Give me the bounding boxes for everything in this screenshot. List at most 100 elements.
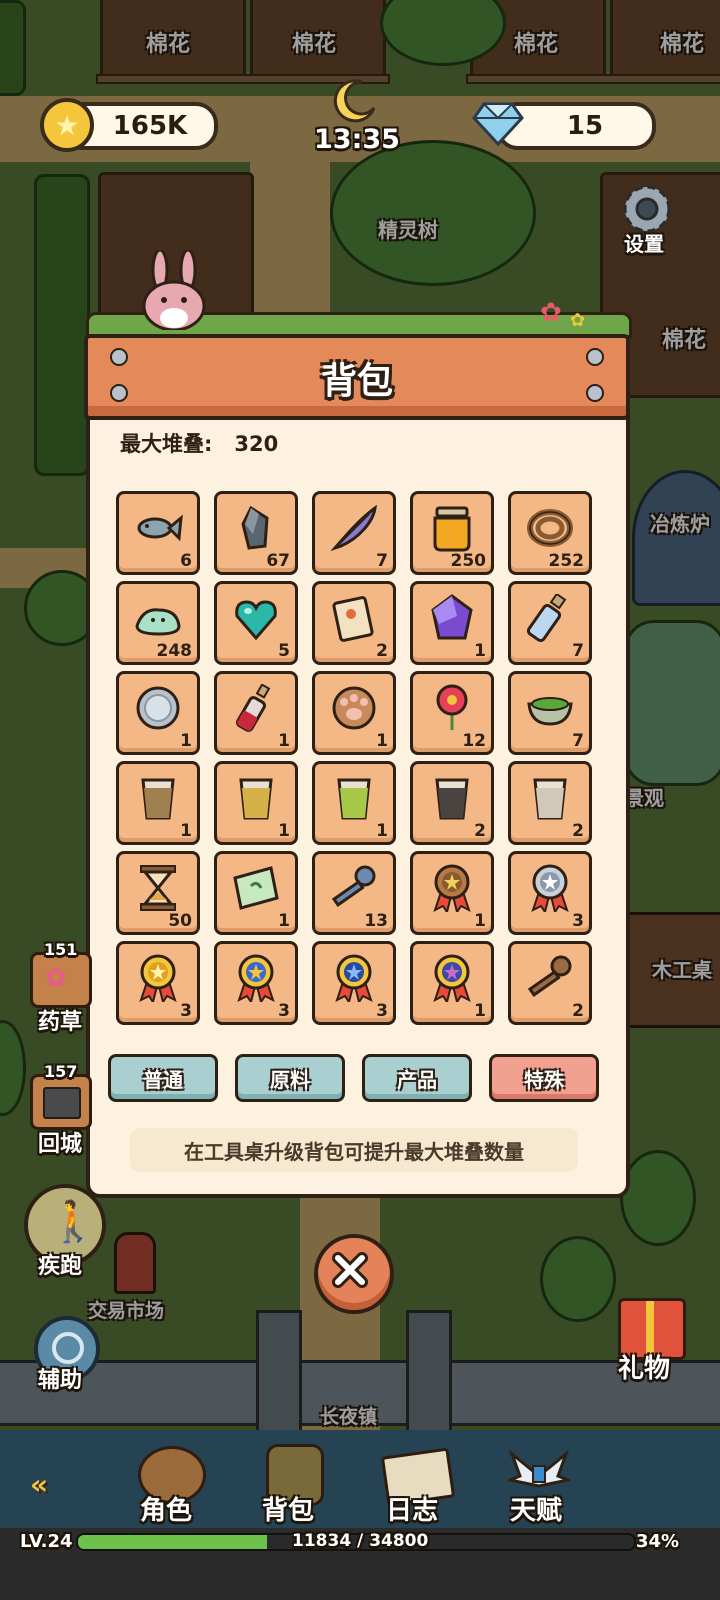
hourglass-icon bbox=[133, 864, 183, 912]
item-quantity: 248 bbox=[156, 641, 193, 661]
inventory-slot[interactable]: 1 bbox=[410, 941, 494, 1025]
inventory-slot[interactable]: 1 bbox=[214, 851, 298, 935]
tab-products[interactable]: 产品 bbox=[362, 1054, 472, 1102]
coin-amount: 165K bbox=[112, 111, 188, 141]
item-quantity: 252 bbox=[548, 551, 585, 571]
inventory-slot[interactable]: 1 bbox=[312, 761, 396, 845]
item-quantity: 67 bbox=[266, 551, 290, 571]
item-quantity: 1 bbox=[474, 1001, 486, 1021]
diamond-icon bbox=[470, 94, 526, 150]
inventory-slot[interactable]: 50 bbox=[116, 851, 200, 935]
gift-label[interactable]: 礼物 bbox=[618, 1348, 670, 1385]
coin-icon: ★ bbox=[40, 98, 94, 152]
game-clock: 13:35 bbox=[314, 124, 400, 155]
bunny-icon bbox=[136, 248, 212, 332]
inventory-slot[interactable]: 67 bbox=[214, 491, 298, 575]
red-bottle-icon bbox=[231, 683, 281, 732]
flower-decoration-icon: ✿ bbox=[540, 298, 562, 328]
medal-gold-blue-icon bbox=[231, 954, 281, 1005]
item-quantity: 1 bbox=[180, 731, 192, 751]
tab-materials[interactable]: 原料 bbox=[235, 1054, 345, 1102]
title-board: 背包 bbox=[84, 334, 630, 420]
tab-special[interactable]: 特殊 bbox=[489, 1054, 599, 1102]
gift-icon bbox=[646, 1301, 654, 1353]
player-level: LV.24 bbox=[20, 1531, 73, 1552]
assist-label[interactable]: 辅助 bbox=[38, 1362, 82, 1394]
cup-green-icon bbox=[329, 774, 379, 822]
item-quantity: 1 bbox=[278, 911, 290, 931]
inventory-slot[interactable]: 250 bbox=[410, 491, 494, 575]
inventory-slot[interactable]: 2 bbox=[508, 761, 592, 845]
nav-talent[interactable]: 天赋 bbox=[510, 1490, 562, 1527]
item-quantity: 7 bbox=[572, 731, 584, 751]
inventory-slot[interactable]: 248 bbox=[116, 581, 200, 665]
inventory-slot[interactable]: 1 bbox=[116, 671, 200, 755]
inventory-slot[interactable]: 2 bbox=[410, 761, 494, 845]
item-quantity: 1 bbox=[474, 911, 486, 931]
inventory-slot[interactable]: 3 bbox=[116, 941, 200, 1025]
key-bronze-icon bbox=[525, 954, 575, 1002]
medal-silver-icon bbox=[525, 864, 575, 915]
feather-icon bbox=[329, 504, 379, 552]
xp-text: 11834 / 34800 bbox=[292, 1531, 429, 1551]
inventory-slot[interactable]: 13 bbox=[312, 851, 396, 935]
item-quantity: 13 bbox=[364, 911, 388, 931]
medal-blue-icon bbox=[329, 954, 379, 1005]
herb-button[interactable]: ✿ bbox=[30, 952, 92, 1008]
return-town-button[interactable] bbox=[30, 1074, 92, 1130]
paw-icon bbox=[329, 684, 379, 732]
item-quantity: 7 bbox=[572, 641, 584, 661]
inventory-slot[interactable]: 7 bbox=[508, 581, 592, 665]
collapse-arrow-icon[interactable]: « bbox=[30, 1468, 48, 1501]
inventory-slot[interactable]: 7 bbox=[508, 671, 592, 755]
close-button[interactable] bbox=[314, 1234, 394, 1314]
item-quantity: 1 bbox=[180, 821, 192, 841]
nav-character[interactable]: 角色 bbox=[140, 1490, 192, 1527]
inventory-slot[interactable]: 1 bbox=[312, 671, 396, 755]
inventory-slot[interactable]: 3 bbox=[312, 941, 396, 1025]
tab-normal[interactable]: 普通 bbox=[108, 1054, 218, 1102]
inventory-slot[interactable]: 3 bbox=[508, 851, 592, 935]
inventory-slot[interactable]: 12 bbox=[410, 671, 494, 755]
inventory-slot[interactable]: 1 bbox=[214, 671, 298, 755]
medal-gold-icon bbox=[133, 954, 183, 1005]
talent-wings-icon bbox=[504, 1446, 574, 1496]
cup-white-icon bbox=[525, 774, 575, 822]
item-quantity: 3 bbox=[180, 1001, 192, 1021]
honey-jar-icon bbox=[427, 504, 477, 552]
stone-icon bbox=[231, 504, 281, 552]
nav-backpack[interactable]: 背包 bbox=[262, 1490, 314, 1527]
scroll-card-icon bbox=[329, 594, 379, 642]
item-quantity: 1 bbox=[474, 641, 486, 661]
cup-brown-icon bbox=[133, 774, 183, 822]
inventory-slot[interactable]: 2 bbox=[508, 941, 592, 1025]
herb-bowl-icon bbox=[525, 684, 575, 732]
sprint-label[interactable]: 疾跑 bbox=[38, 1248, 82, 1280]
inventory-slot[interactable]: 2 bbox=[312, 581, 396, 665]
xp-percent: 34% bbox=[636, 1531, 680, 1552]
inventory-slot[interactable]: 3 bbox=[214, 941, 298, 1025]
gem-amount: 15 bbox=[566, 111, 604, 141]
moon-icon bbox=[332, 78, 378, 124]
inventory-slot[interactable]: 1 bbox=[116, 761, 200, 845]
item-quantity: 2 bbox=[474, 821, 486, 841]
key-blue-icon bbox=[329, 864, 379, 912]
item-quantity: 2 bbox=[376, 641, 388, 661]
herb-label[interactable]: 药草 bbox=[38, 1004, 82, 1036]
item-quantity: 1 bbox=[376, 731, 388, 751]
nav-journal[interactable]: 日志 bbox=[386, 1490, 438, 1527]
inventory-slot[interactable]: 7 bbox=[312, 491, 396, 575]
xp-fill bbox=[78, 1535, 268, 1549]
inventory-slot[interactable]: 5 bbox=[214, 581, 298, 665]
settings-label[interactable]: 设置 bbox=[624, 228, 664, 257]
inventory-slot[interactable]: 1 bbox=[410, 581, 494, 665]
inventory-slot[interactable]: 6 bbox=[116, 491, 200, 575]
inventory-slot[interactable]: 1 bbox=[410, 851, 494, 935]
inventory-slot[interactable]: 252 bbox=[508, 491, 592, 575]
max-stack-label: 最大堆叠: bbox=[120, 432, 213, 456]
max-stack-info: 最大堆叠: 320 bbox=[120, 428, 300, 458]
return-town-label[interactable]: 回城 bbox=[38, 1126, 82, 1158]
item-quantity: 7 bbox=[376, 551, 388, 571]
inventory-slot[interactable]: 1 bbox=[214, 761, 298, 845]
rope-icon bbox=[525, 504, 575, 552]
